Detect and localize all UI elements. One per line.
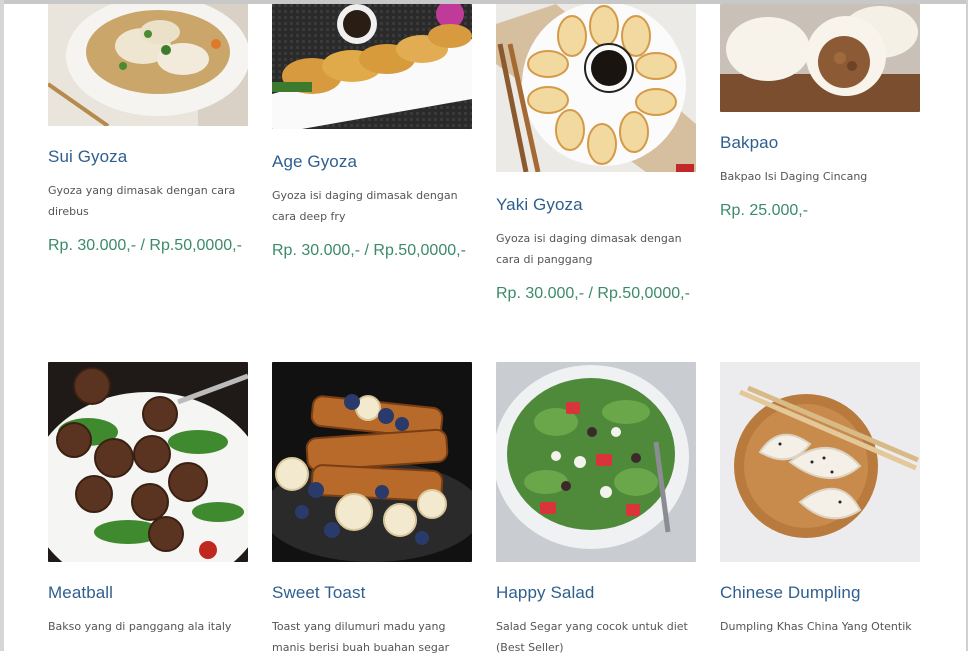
product-description: Bakso yang di panggang ala italy (48, 620, 232, 633)
bakpao-photo[interactable] (720, 4, 920, 112)
product-description: Salad Segar yang cocok untuk diet (Best … (496, 620, 688, 654)
product-price: Rp. 30.000,- / Rp.50,0000,- (496, 285, 690, 302)
product-name[interactable]: Yaki Gyoza (496, 194, 696, 216)
dumpling-soup-photo[interactable] (48, 4, 248, 126)
product-card[interactable]: Sweet Toast Toast yang dilumuri madu yan… (272, 362, 472, 658)
product-name[interactable]: Chinese Dumpling (720, 582, 920, 604)
chinese-dumpling-photo[interactable] (720, 362, 920, 562)
product-card[interactable]: Chinese Dumpling Dumpling Khas China Yan… (720, 362, 920, 637)
grilled-gyoza-photo[interactable] (496, 4, 696, 172)
product-card[interactable]: Sui Gyoza Gyoza yang dimasak dengan cara… (48, 4, 248, 256)
product-description: Toast yang dilumuri madu yang manis beri… (272, 620, 450, 654)
window-left-border (0, 0, 4, 651)
product-card[interactable]: Bakpao Bakpao Isi Daging Cincang Rp. 25.… (720, 4, 920, 221)
product-description: Dumpling Khas China Yang Otentik (720, 620, 912, 633)
product-description: Gyoza isi daging dimasak dengan cara di … (496, 232, 682, 266)
product-name[interactable]: Age Gyoza (272, 151, 472, 173)
product-name[interactable]: Happy Salad (496, 582, 696, 604)
product-description: Bakpao Isi Daging Cincang (720, 170, 868, 183)
sweet-toast-photo[interactable] (272, 362, 472, 562)
product-card[interactable]: Meatball Bakso yang di panggang ala ital… (48, 362, 248, 637)
product-card[interactable]: Age Gyoza Gyoza isi daging dimasak denga… (272, 4, 472, 261)
product-description: Gyoza isi daging dimasak dengan cara dee… (272, 189, 458, 223)
product-price: Rp. 25.000,- (720, 202, 809, 219)
product-name[interactable]: Meatball (48, 582, 248, 604)
product-price: Rp. 30.000,- / Rp.50,0000,- (48, 237, 242, 254)
product-card[interactable]: Happy Salad Salad Segar yang cocok untuk… (496, 362, 696, 658)
fried-gyoza-photo[interactable] (272, 4, 472, 129)
product-price: Rp. 30.000,- / Rp.50,0000,- (272, 242, 466, 259)
product-name[interactable]: Bakpao (720, 132, 920, 154)
salad-photo[interactable] (496, 362, 696, 562)
meatball-photo[interactable] (48, 362, 248, 562)
product-name[interactable]: Sui Gyoza (48, 146, 248, 168)
product-name[interactable]: Sweet Toast (272, 582, 472, 604)
product-description: Gyoza yang dimasak dengan cara direbus (48, 184, 236, 218)
product-card[interactable]: Yaki Gyoza Gyoza isi daging dimasak deng… (496, 4, 696, 304)
